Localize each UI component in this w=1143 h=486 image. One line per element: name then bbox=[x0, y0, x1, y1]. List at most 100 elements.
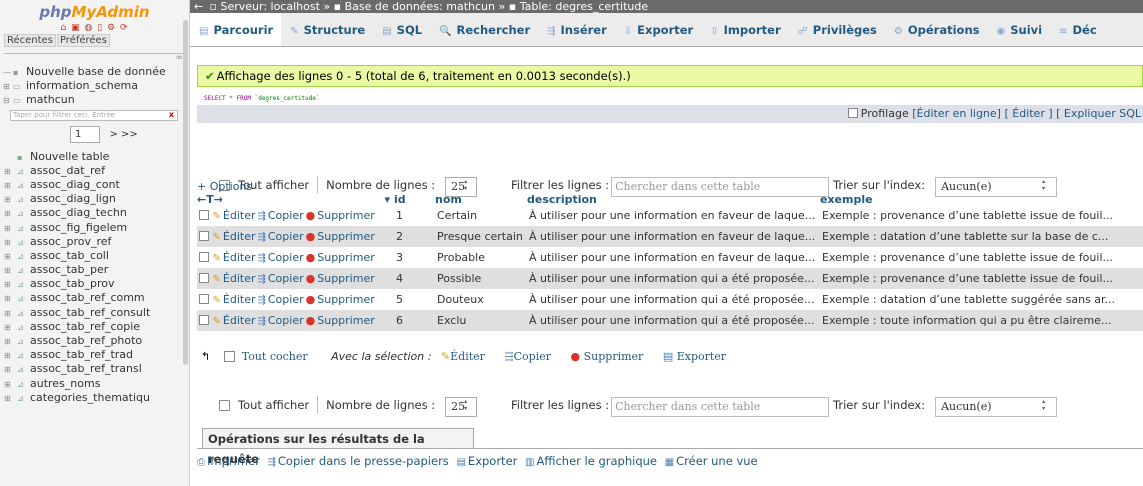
expand-icon[interactable]: ⊞ bbox=[4, 335, 14, 349]
cell-exemple[interactable]: Exemple : toute information qui a pu êtr… bbox=[820, 310, 1143, 331]
tree-item-new-db[interactable]: — ▪ Nouvelle base de donnée bbox=[0, 65, 189, 79]
delete-row-link[interactable]: ● Supprimer bbox=[306, 230, 375, 243]
cell-nom[interactable]: Probable bbox=[435, 247, 527, 268]
expand-icon[interactable]: ⊞ bbox=[4, 349, 14, 363]
expand-icon[interactable]: ⊞ bbox=[4, 363, 14, 377]
settings-icon[interactable]: ⚙ bbox=[107, 23, 116, 33]
expand-icon[interactable]: ⊞ bbox=[4, 307, 14, 321]
cell-nom[interactable]: Possible bbox=[435, 268, 527, 289]
tree-item-table[interactable]: ⊞ ⊿ assoc_diag_techn bbox=[0, 206, 189, 220]
row-checkbox[interactable] bbox=[199, 210, 209, 220]
delete-row-link[interactable]: ● Supprimer bbox=[306, 251, 375, 264]
reload-icon[interactable]: ⟳ bbox=[120, 23, 129, 33]
edit-row-link[interactable]: ✎ Éditer bbox=[213, 209, 256, 222]
table-row[interactable]: ✎ Éditer ⇶ Copier ● Supprimer 6 Exclu À utiliser… bbox=[197, 310, 1143, 331]
tree-item-table[interactable]: ⊞ ⊿ assoc_prov_ref bbox=[0, 235, 189, 249]
copy-row-link[interactable]: ⇶ Copier bbox=[257, 293, 303, 306]
copy-row-link[interactable]: ⇶ Copier bbox=[257, 272, 303, 285]
tree-item-table[interactable]: ⊞ ⊿ assoc_tab_ref_copie bbox=[0, 320, 189, 334]
chart-link[interactable]: ▥ Afficher le graphique bbox=[525, 454, 657, 468]
profiling-checkbox[interactable] bbox=[847, 108, 858, 118]
edit-row-link[interactable]: ✎ Éditer bbox=[213, 251, 256, 264]
expand-icon[interactable]: ⊞ bbox=[4, 292, 14, 306]
tab-sql[interactable]: ▤ SQL bbox=[373, 13, 430, 46]
bulk-export-button[interactable]: ▤ Exporter bbox=[663, 350, 726, 363]
cell-description[interactable]: À utiliser pour une information qui a ét… bbox=[527, 310, 820, 331]
cell-nom[interactable]: Douteux bbox=[435, 289, 527, 310]
cell-exemple[interactable]: Exemple : provenance d’une tablette issu… bbox=[820, 247, 1143, 268]
sort-icon[interactable]: ▾ bbox=[384, 194, 390, 205]
expand-icon[interactable]: ⊞ bbox=[4, 392, 14, 406]
cell-nom[interactable]: Presque certain bbox=[435, 226, 527, 247]
cell-id[interactable]: 3 bbox=[394, 247, 435, 268]
cell-exemple[interactable]: Exemple : datation d’une tablette suggér… bbox=[820, 289, 1143, 310]
tab-privileges[interactable]: ☍ Privilèges bbox=[789, 13, 885, 46]
tree-item-table[interactable]: ⊞ ⊿ assoc_tab_prov bbox=[0, 277, 189, 291]
row-checkbox[interactable] bbox=[199, 231, 209, 241]
cell-exemple[interactable]: Exemple : datation d’une tablette sur la… bbox=[820, 226, 1143, 247]
cell-nom[interactable]: Exclu bbox=[435, 310, 527, 331]
cell-id[interactable]: 4 bbox=[394, 268, 435, 289]
cell-exemple[interactable]: Exemple : provenance d’une tablette issu… bbox=[820, 205, 1143, 226]
bottom-filter-input[interactable]: Chercher dans cette table bbox=[611, 397, 830, 417]
expand-icon[interactable]: ⊞ bbox=[4, 264, 14, 278]
cell-description[interactable]: À utiliser pour une information qui a ét… bbox=[527, 289, 820, 310]
phpmyadmin-logo[interactable]: phpMyAdmin bbox=[0, 3, 189, 23]
table-row[interactable]: ✎ Éditer ⇶ Copier ● Supprimer 4 Possible À utili… bbox=[197, 268, 1143, 289]
row-checkbox[interactable] bbox=[199, 315, 209, 325]
tree-item-table[interactable]: ⊞ ⊿ assoc_tab_coll bbox=[0, 249, 189, 263]
table-row[interactable]: ✎ Éditer ⇶ Copier ● Supprimer 3 Probable À utili… bbox=[197, 247, 1143, 268]
tree-item-table[interactable]: ⊞ ⊿ assoc_tab_ref_transl bbox=[0, 362, 189, 376]
page-select[interactable]: 1 bbox=[70, 125, 100, 143]
options-link[interactable]: + Options bbox=[197, 180, 252, 193]
cell-description[interactable]: À utiliser pour une information en faveu… bbox=[527, 247, 820, 268]
show-all-label[interactable]: Tout afficher bbox=[238, 398, 309, 412]
delete-row-link[interactable]: ● Supprimer bbox=[306, 272, 375, 285]
copy-row-link[interactable]: ⇶ Copier bbox=[257, 314, 303, 327]
bottom-sort-select[interactable]: Aucun(e) bbox=[935, 397, 1058, 417]
favorites-tab[interactable]: Préférées bbox=[56, 34, 110, 47]
expand-icon[interactable]: ⊞ bbox=[4, 165, 14, 179]
cell-id[interactable]: 5 bbox=[394, 289, 435, 310]
expand-icon[interactable]: ⊞ bbox=[4, 193, 14, 207]
sql-docs-icon[interactable]: ▯ bbox=[97, 23, 103, 33]
tab-dec[interactable]: ≡ Déc bbox=[1050, 13, 1105, 46]
breadcrumb-table[interactable]: Table: degres_certitude bbox=[520, 0, 648, 13]
expand-icon[interactable]: ⊞ bbox=[4, 179, 14, 193]
expand-icon[interactable]: ⊞ bbox=[4, 278, 14, 292]
expand-icon[interactable]: ⊞ bbox=[4, 236, 14, 250]
tab-parcourir[interactable]: ▤ Parcourir bbox=[190, 13, 282, 46]
column-id[interactable]: id bbox=[394, 193, 435, 205]
edit-link[interactable]: [ Éditer ] bbox=[1004, 107, 1052, 120]
docs-icon[interactable]: ◍ bbox=[84, 23, 93, 33]
breadcrumb-server[interactable]: Serveur: localhost bbox=[220, 0, 319, 13]
copy-row-link[interactable]: ⇶ Copier bbox=[257, 251, 303, 264]
create-view-link[interactable]: ▦ Créer une vue bbox=[665, 454, 758, 468]
print-link[interactable]: ⎙ Imprimer bbox=[197, 454, 260, 468]
cell-exemple[interactable]: Exemple : provenance d’une tablette issu… bbox=[820, 268, 1143, 289]
cell-id[interactable]: 2 bbox=[394, 226, 435, 247]
tree-item-table[interactable]: ⊞ ⊿ autres_noms bbox=[0, 377, 189, 391]
copy-clipboard-link[interactable]: ⇶ Copier dans le presse-papiers bbox=[267, 454, 448, 468]
cell-description[interactable]: À utiliser pour une information qui a ét… bbox=[527, 268, 820, 289]
tree-item-mathcun[interactable]: ⊟ ▭ mathcun bbox=[0, 93, 189, 107]
row-checkbox[interactable] bbox=[199, 294, 209, 304]
table-filter-input[interactable]: Taper pour filtrer ceci, Entrée x bbox=[10, 109, 178, 121]
tree-item-table[interactable]: ⊞ ⊿ assoc_tab_per bbox=[0, 263, 189, 277]
table-row[interactable]: ✎ Éditer ⇶ Copier ● Supprimer 2 Presque certain… bbox=[197, 226, 1143, 247]
tree-item-information-schema[interactable]: ⊞ ▭ information_schema bbox=[0, 79, 189, 93]
breadcrumb-db[interactable]: Base de données: mathcun bbox=[345, 0, 495, 13]
check-all-checkbox[interactable] bbox=[223, 351, 235, 362]
bottom-show-all-checkbox[interactable] bbox=[219, 400, 230, 411]
cell-id[interactable]: 6 bbox=[394, 310, 435, 331]
tree-item-table[interactable]: ⊞ ⊿ categories_thematiqu bbox=[0, 391, 189, 405]
export-link[interactable]: ▤ Exporter bbox=[456, 454, 517, 468]
cell-id[interactable]: 1 bbox=[394, 205, 435, 226]
edit-row-link[interactable]: ✎ Éditer bbox=[213, 230, 256, 243]
tree-item-table[interactable]: ⊞ ⊿ assoc_diag_lign bbox=[0, 192, 189, 206]
collapse-icon[interactable]: ⊟ bbox=[3, 94, 13, 108]
column-nom[interactable]: nom bbox=[435, 193, 527, 205]
tree-item-table[interactable]: ⊞ ⊿ assoc_fig_figelem bbox=[0, 221, 189, 235]
edit-row-link[interactable]: ✎ Éditer bbox=[213, 272, 256, 285]
expand-icon[interactable]: ⊞ bbox=[4, 222, 14, 236]
